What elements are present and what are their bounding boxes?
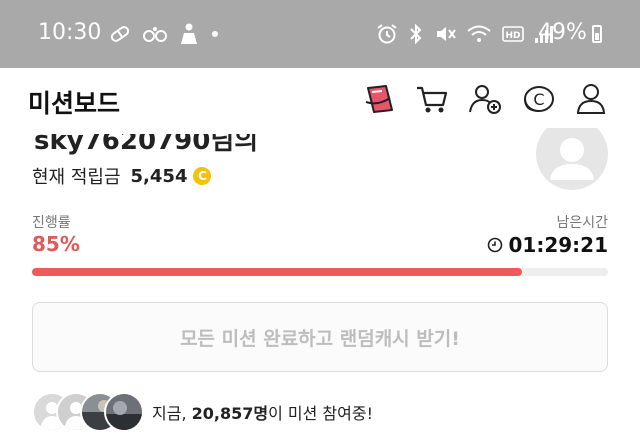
balance-value: 5,454 [130, 165, 188, 187]
profile-icon[interactable] [572, 80, 610, 118]
profile-avatar[interactable] [536, 128, 608, 190]
sticker-icon[interactable] [360, 80, 398, 118]
cart-icon[interactable] [413, 80, 451, 118]
participants-row: 지금, 20,857명이 미션 참여중! [32, 392, 373, 432]
status-time: 10:30 [38, 20, 102, 45]
status-bar: 10:30 HD 49% [0, 0, 640, 68]
participants-count: 20,857명 [191, 404, 269, 423]
collect-reward-button[interactable]: 모든 미션 완료하고 랜덤캐시 받기! [32, 302, 608, 372]
remaining-time-value: 01:29:21 [508, 233, 609, 257]
participant-avatar [104, 392, 144, 432]
battery-icon [592, 25, 602, 43]
mute-icon [437, 27, 456, 41]
person-icon [181, 23, 197, 44]
status-notification-icons [108, 22, 220, 46]
balance-label: 현재 적립금 [32, 167, 121, 188]
svg-text:HD: HD [505, 31, 520, 41]
alarm-icon [377, 24, 397, 44]
bluetooth-icon [410, 23, 422, 45]
add-friend-icon[interactable] [466, 80, 504, 118]
progress-label: 진행률 [32, 215, 71, 231]
pill-icon [110, 26, 130, 42]
progress-bar-fill [32, 268, 522, 276]
progress-bar [32, 268, 608, 276]
hd-icon: HD [502, 26, 524, 42]
balance-row: 현재 적립금 5,454 C [32, 163, 212, 189]
clock-icon [487, 237, 502, 253]
progress-value: 85% [32, 232, 80, 256]
mustache-icon [143, 27, 167, 42]
participants-suffix: 이 미션 참여중! [268, 404, 373, 423]
participants-text: 지금, 20,857명이 미션 참여중! [152, 400, 373, 424]
svg-text:C: C [533, 90, 544, 109]
page-title: 미션보드 [28, 89, 121, 118]
coin-icon[interactable]: C [519, 80, 557, 118]
participants-prefix: 지금, [152, 404, 192, 423]
remaining-time-label: 남은시간 [556, 215, 608, 231]
dot-icon [212, 31, 218, 37]
battery-percentage: 49% [538, 20, 587, 45]
status-system-icons: HD [376, 22, 554, 46]
coin-badge-icon: C [193, 167, 212, 185]
wifi-icon [467, 25, 491, 42]
remaining-time: 01:29:21 [487, 233, 609, 257]
